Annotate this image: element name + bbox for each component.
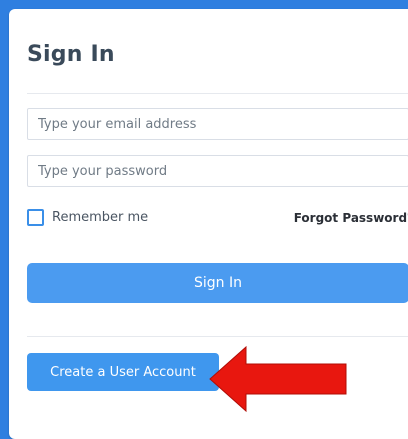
page-title: Sign In — [27, 42, 115, 67]
remember-me-control[interactable]: Remember me — [27, 209, 148, 226]
divider — [27, 93, 408, 94]
forgot-password-link[interactable]: Forgot Password? — [294, 211, 408, 225]
email-input[interactable] — [27, 108, 408, 140]
remember-me-label: Remember me — [52, 210, 149, 225]
divider — [27, 336, 408, 337]
sign-in-button[interactable]: Sign In — [27, 263, 408, 303]
remember-me-checkbox[interactable] — [27, 209, 44, 226]
red-arrow-icon — [209, 345, 347, 413]
create-account-button[interactable]: Create a User Account — [27, 353, 219, 391]
password-input[interactable] — [27, 155, 408, 187]
